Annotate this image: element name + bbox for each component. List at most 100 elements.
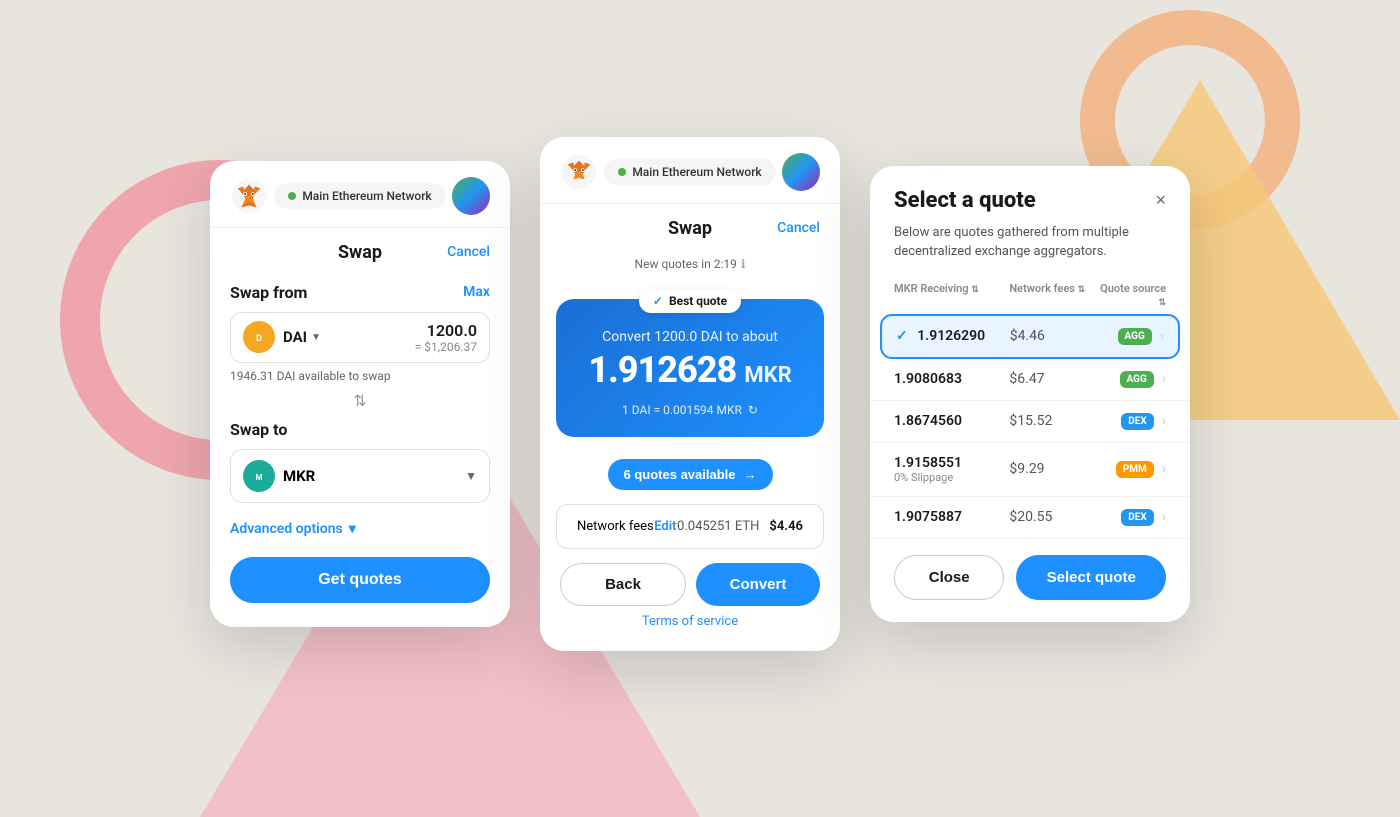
- from-token-dropdown-icon: ▼: [311, 332, 321, 343]
- quote-amount: 1.8674560: [894, 413, 1009, 429]
- network-badge-2[interactable]: Main Ethereum Network: [604, 159, 775, 185]
- back-button[interactable]: Back: [560, 563, 686, 606]
- quote-row[interactable]: 1.9080683 $6.47 AGG ›: [870, 359, 1190, 401]
- to-token-row: M MKR ▼: [230, 449, 490, 503]
- to-token-left: M MKR: [243, 460, 315, 492]
- terms-of-service-link[interactable]: Terms of service: [540, 614, 840, 643]
- fees-right: 0.045251 ETH $4.46: [677, 519, 803, 534]
- metamask-fox-icon: [230, 177, 268, 215]
- from-amount-input[interactable]: 1200.0: [329, 321, 477, 340]
- quote-table-header: MKR Receiving ⇅ Network fees ⇅ Quote sou…: [870, 276, 1190, 314]
- quotes-timer: New quotes in 2:19 ℹ: [540, 249, 840, 275]
- chevron-right-icon: ›: [1162, 413, 1166, 429]
- rate-row: 1 DAI = 0.001594 MKR ↻: [576, 403, 804, 417]
- advanced-options-chevron-icon: ▾: [349, 521, 356, 537]
- svg-text:M: M: [255, 473, 262, 482]
- card3-title: Select a quote: [894, 188, 1036, 213]
- quote-source: PMM ›: [1092, 461, 1166, 478]
- max-link[interactable]: Max: [463, 284, 490, 300]
- metamask-fox-icon-2: [560, 153, 598, 191]
- card1-title-row: Swap Cancel: [210, 228, 510, 273]
- card2-body: New quotes in 2:19 ℹ ✓ Best quote Conver…: [540, 249, 840, 651]
- to-token-dropdown-icon[interactable]: ▼: [465, 469, 477, 483]
- from-usd-value: = $1,206.37: [329, 340, 477, 354]
- network-dot-1: [288, 192, 296, 200]
- close-icon[interactable]: ×: [1155, 190, 1166, 211]
- col-fees-header: Network fees ⇅: [1009, 282, 1091, 308]
- quote-source: AGG ›: [1091, 328, 1164, 345]
- chevron-right-icon: ›: [1162, 461, 1166, 477]
- avatar-2: [782, 153, 820, 191]
- quote-fee: $9.29: [1009, 461, 1091, 477]
- swap-direction-icon: ⇅: [230, 391, 490, 410]
- get-quotes-button[interactable]: Get quotes: [230, 557, 490, 603]
- card1-body: Swap from Max D DAI ▼ 1200.0 = $1,206.37: [210, 273, 510, 627]
- card3-subtitle: Below are quotes gathered from multiple …: [870, 223, 1190, 276]
- cancel-button-2[interactable]: Cancel: [777, 220, 820, 236]
- to-token-name: MKR: [283, 467, 315, 485]
- convert-subtitle: Convert 1200.0 DAI to about: [576, 329, 804, 345]
- card1-header: Main Ethereum Network: [210, 161, 510, 228]
- source-badge-dex: DEX: [1121, 413, 1153, 430]
- card2-title: Swap: [668, 218, 712, 239]
- card1-title: Swap: [338, 242, 382, 263]
- source-badge-dex: DEX: [1121, 509, 1153, 526]
- quotes-available-button[interactable]: 6 quotes available →: [608, 459, 773, 490]
- col-receiving-header: MKR Receiving ⇅: [894, 282, 1009, 308]
- sort-fees-icon[interactable]: ⇅: [1078, 285, 1086, 295]
- convert-box: Convert 1200.0 DAI to about 1.912628 MKR…: [556, 299, 824, 437]
- mkr-token-icon: M: [243, 460, 275, 492]
- sort-receiving-icon[interactable]: ⇅: [971, 285, 979, 295]
- quote-rows-container: ✓ 1.9126290 $4.46 AGG › 1.9080683 $6.47 …: [870, 314, 1190, 539]
- from-token-row: D DAI ▼ 1200.0 = $1,206.37: [230, 312, 490, 363]
- best-quote-badge: ✓ Best quote: [639, 289, 741, 313]
- from-token-name: DAI: [283, 328, 307, 346]
- quote-amount: 1.9080683: [894, 371, 1009, 387]
- arrow-right-icon: →: [744, 467, 757, 482]
- card2-header: Main Ethereum Network: [540, 137, 840, 204]
- convert-button[interactable]: Convert: [696, 563, 820, 606]
- quote-source: DEX ›: [1092, 413, 1166, 430]
- quote-fee: $15.52: [1009, 413, 1091, 429]
- slippage-text: 0% Slippage: [894, 471, 1009, 484]
- select-quote-button[interactable]: Select quote: [1016, 555, 1166, 600]
- quote-fee: $20.55: [1009, 509, 1091, 525]
- checkmark-icon: ✓: [653, 294, 663, 308]
- quotes-available-row: 6 quotes available →: [540, 447, 840, 490]
- quote-row[interactable]: 1.8674560 $15.52 DEX ›: [870, 401, 1190, 443]
- card-convert-preview: Main Ethereum Network Swap Cancel New qu…: [540, 137, 840, 651]
- network-label-2: Main Ethereum Network: [632, 165, 761, 179]
- card2-buttons: Back Convert: [540, 549, 840, 614]
- advanced-options-label: Advanced options: [230, 521, 343, 537]
- cards-container: Main Ethereum Network Swap Cancel Swap f…: [210, 137, 1190, 651]
- quote-fee: $6.47: [1009, 371, 1091, 387]
- quote-source: AGG ›: [1092, 371, 1166, 388]
- quote-row[interactable]: ✓ 1.9126290 $4.46 AGG ›: [880, 314, 1180, 359]
- source-badge-agg: AGG: [1118, 328, 1152, 345]
- selected-checkmark-icon: ✓: [896, 328, 908, 344]
- network-fees-label: Network fees: [577, 519, 654, 534]
- eth-fee: 0.045251 ETH: [677, 519, 759, 534]
- quote-source: DEX ›: [1092, 509, 1166, 526]
- card3-header: Select a quote ×: [870, 166, 1190, 223]
- quote-row[interactable]: 1.9075887 $20.55 DEX ›: [870, 497, 1190, 539]
- card-swap-input: Main Ethereum Network Swap Cancel Swap f…: [210, 161, 510, 627]
- quote-amount: ✓ 1.9126290: [896, 328, 1010, 344]
- network-badge-1[interactable]: Main Ethereum Network: [274, 183, 445, 209]
- close-quote-button[interactable]: Close: [894, 555, 1004, 600]
- advanced-options-toggle[interactable]: Advanced options ▾: [230, 521, 490, 537]
- network-dot-2: [618, 168, 626, 176]
- col-source-header: Quote source ⇅: [1092, 282, 1166, 308]
- chevron-right-icon: ›: [1162, 509, 1166, 525]
- network-label-1: Main Ethereum Network: [302, 189, 431, 203]
- edit-fees-link[interactable]: Edit: [654, 519, 676, 534]
- quote-amount: 1.9075887: [894, 509, 1009, 525]
- card3-buttons: Close Select quote: [870, 539, 1190, 622]
- quote-row[interactable]: 1.9158551 0% Slippage $9.29 PMM ›: [870, 443, 1190, 497]
- from-token-selector[interactable]: DAI ▼: [283, 328, 321, 346]
- swap-to-label: Swap to: [230, 420, 490, 439]
- quote-amount: 1.9158551 0% Slippage: [894, 455, 1009, 484]
- cancel-button-1[interactable]: Cancel: [447, 244, 490, 260]
- chevron-right-icon: ›: [1162, 371, 1166, 387]
- sort-source-icon[interactable]: ⇅: [1158, 298, 1166, 308]
